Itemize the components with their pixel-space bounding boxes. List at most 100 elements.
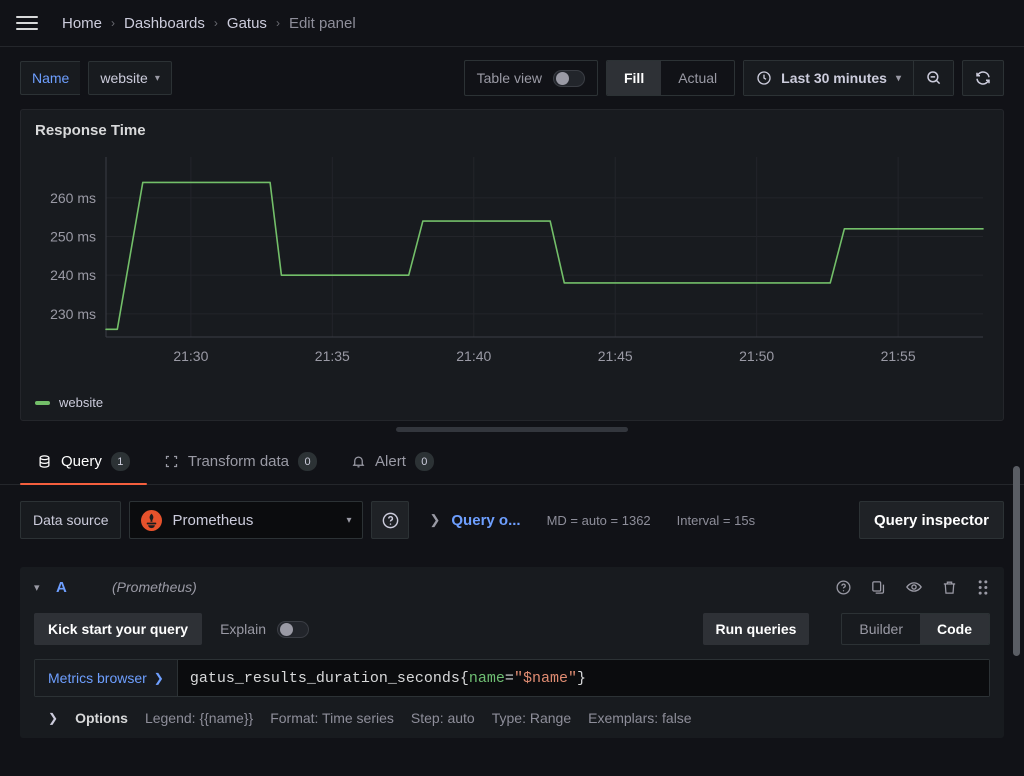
options-title: Options bbox=[75, 710, 128, 726]
breadcrumb-bar: Home › Dashboards › Gatus › Edit panel bbox=[0, 0, 1024, 47]
tab-query-label: Query bbox=[61, 453, 102, 470]
chevron-right-icon: ❯ bbox=[48, 711, 59, 725]
time-range-controls: Last 30 minutes ▾ bbox=[743, 60, 954, 96]
query-options-toggle[interactable]: ❯ Query o... bbox=[429, 512, 520, 529]
svg-text:21:50: 21:50 bbox=[739, 348, 774, 364]
explain-label: Explain bbox=[220, 621, 266, 637]
svg-text:21:30: 21:30 bbox=[173, 348, 208, 364]
chevron-down-icon: ▾ bbox=[895, 72, 901, 84]
time-range-text: Last 30 minutes bbox=[781, 70, 887, 86]
metrics-browser-button[interactable]: Metrics browser ❯ bbox=[35, 660, 178, 696]
chevron-down-icon: ▾ bbox=[154, 72, 160, 84]
time-range-picker[interactable]: Last 30 minutes ▾ bbox=[744, 61, 913, 95]
builder-code-segmented-control[interactable]: Builder Code bbox=[841, 613, 990, 645]
variable-picker-website[interactable]: website ▾ bbox=[88, 61, 172, 95]
explain-switch[interactable] bbox=[276, 620, 309, 638]
visualization-panel: Response Time 230 ms 240 ms 250 ms 260 ms 21… bbox=[20, 109, 1004, 421]
svg-text:230 ms: 230 ms bbox=[50, 306, 96, 322]
data-source-picker[interactable]: Prometheus ▾ bbox=[129, 501, 364, 539]
svg-text:240 ms: 240 ms bbox=[50, 267, 96, 283]
drag-handle-icon[interactable] bbox=[976, 579, 990, 596]
chevron-right-icon: ❯ bbox=[429, 512, 441, 527]
variable-value-text: website bbox=[100, 70, 148, 86]
option-step: Step: auto bbox=[410, 710, 475, 726]
panel-toolbar: Name website ▾ Table view Fill Actual La… bbox=[0, 47, 1024, 109]
option-legend: Legend: {{name}} bbox=[144, 710, 254, 726]
chart-legend: website bbox=[21, 395, 103, 410]
run-queries-button[interactable]: Run queries bbox=[702, 613, 810, 645]
query-row-actions bbox=[835, 578, 990, 596]
query-options-label: Query o... bbox=[451, 511, 521, 529]
query-datasource-name: (Prometheus) bbox=[112, 579, 197, 595]
fill-option[interactable]: Fill bbox=[606, 61, 662, 95]
builder-mode-option[interactable]: Builder bbox=[842, 614, 920, 644]
hamburger-menu-icon[interactable] bbox=[16, 9, 44, 37]
tab-query[interactable]: Query 1 bbox=[20, 452, 147, 485]
query-metric-text: gatus_results_duration_seconds{ bbox=[189, 669, 469, 687]
query-inspector-button[interactable]: Query inspector bbox=[858, 501, 1004, 539]
svg-text:21:55: 21:55 bbox=[881, 348, 916, 364]
query-equals: = bbox=[504, 669, 514, 687]
query-row-a: ▾ A (Prometheus) Kick start your query E… bbox=[20, 567, 1004, 738]
fill-actual-segmented-control[interactable]: Fill Actual bbox=[605, 60, 736, 96]
query-ref-id[interactable]: A bbox=[56, 579, 112, 596]
table-view-label: Table view bbox=[476, 70, 542, 86]
svg-text:21:35: 21:35 bbox=[315, 348, 350, 364]
promql-query-input[interactable]: gatus_results_duration_seconds{name = "$na… bbox=[177, 660, 989, 696]
zoom-out-button[interactable] bbox=[913, 61, 953, 95]
breadcrumb-item-dashboards[interactable]: Dashboards bbox=[124, 15, 205, 32]
data-source-row: Data source Prometheus ▾ ❯ Query o... MD… bbox=[20, 501, 1004, 539]
refresh-icon bbox=[976, 71, 990, 85]
chevron-down-icon[interactable]: ▾ bbox=[34, 581, 56, 594]
duplicate-query-icon[interactable] bbox=[870, 579, 887, 596]
query-help-icon[interactable] bbox=[835, 579, 852, 596]
data-source-name: Prometheus bbox=[172, 511, 254, 529]
breadcrumb-separator-icon: › bbox=[213, 16, 218, 30]
editor-tabs: Query 1 Transform data 0 Alert 0 bbox=[0, 439, 1024, 485]
data-source-help-button[interactable] bbox=[371, 501, 410, 539]
query-row-header: ▾ A (Prometheus) bbox=[20, 567, 1004, 607]
breadcrumb-separator-icon: › bbox=[111, 16, 116, 30]
response-time-timeseries-chart[interactable]: 230 ms 240 ms 250 ms 260 ms 21:30 21:35 21:40 2… bbox=[21, 139, 1003, 399]
chevron-right-icon: ❯ bbox=[153, 671, 164, 685]
legend-item-website[interactable]: website bbox=[59, 395, 103, 410]
breadcrumb-item-gatus[interactable]: Gatus bbox=[227, 15, 267, 32]
breadcrumb-separator-icon: › bbox=[275, 16, 280, 30]
panel-resize-area bbox=[0, 421, 1024, 439]
explain-toggle[interactable]: Explain bbox=[220, 620, 309, 638]
prometheus-logo-icon bbox=[141, 509, 163, 531]
breadcrumb-item-home[interactable]: Home bbox=[62, 15, 102, 32]
vertical-scrollbar[interactable] bbox=[1013, 466, 1020, 656]
refresh-button[interactable] bbox=[962, 60, 1004, 96]
code-mode-option[interactable]: Code bbox=[920, 614, 989, 644]
actual-option[interactable]: Actual bbox=[661, 61, 734, 95]
tab-transform-count: 0 bbox=[298, 452, 318, 471]
tab-query-count: 1 bbox=[110, 452, 130, 471]
panel-title: Response Time bbox=[35, 122, 146, 139]
delete-query-trash-icon[interactable] bbox=[941, 579, 958, 596]
query-editor-area: Data source Prometheus ▾ ❯ Query o... MD… bbox=[0, 485, 1024, 738]
breadcrumb-item-edit-panel: Edit panel bbox=[288, 14, 356, 32]
hide-query-eye-icon[interactable] bbox=[905, 578, 923, 596]
help-circle-icon bbox=[382, 512, 399, 528]
table-view-switch[interactable] bbox=[552, 69, 585, 87]
legend-color-swatch bbox=[35, 400, 50, 405]
query-close-brace: } bbox=[576, 669, 586, 687]
kick-start-your-query-button[interactable]: Kick start your query bbox=[34, 613, 203, 645]
panel-resize-handle[interactable] bbox=[396, 427, 628, 432]
option-type: Type: Range bbox=[491, 710, 572, 726]
tab-transform-data[interactable]: Transform data 0 bbox=[147, 452, 334, 484]
query-controls-row: Kick start your query Explain Run querie… bbox=[34, 607, 990, 645]
svg-text:250 ms: 250 ms bbox=[50, 229, 96, 245]
tab-transform-label: Transform data bbox=[187, 453, 290, 470]
query-expression-row: Metrics browser ❯ gatus_results_duration… bbox=[34, 659, 990, 697]
svg-text:21:40: 21:40 bbox=[456, 348, 491, 364]
database-icon bbox=[39, 455, 50, 468]
table-view-toggle[interactable]: Table view bbox=[463, 60, 598, 96]
metrics-browser-label: Metrics browser bbox=[48, 670, 147, 686]
tab-alert[interactable]: Alert 0 bbox=[334, 452, 451, 484]
query-options-summary-row[interactable]: ❯ Options Legend: {{name}} Format: Time … bbox=[34, 697, 990, 726]
data-source-label: Data source bbox=[20, 501, 122, 539]
transform-icon bbox=[165, 455, 177, 468]
option-exemplars: Exemplars: false bbox=[588, 710, 692, 726]
